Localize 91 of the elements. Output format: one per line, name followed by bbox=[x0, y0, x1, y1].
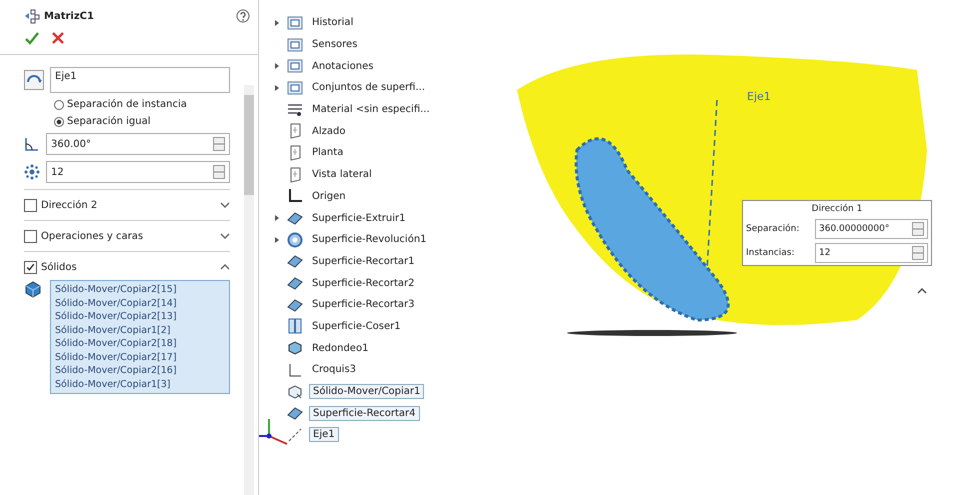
help-icon[interactable] bbox=[236, 9, 250, 23]
spinner-icon[interactable] bbox=[912, 246, 924, 260]
list-item[interactable]: Sólido-Mover/Copiar1[3] bbox=[55, 378, 225, 391]
collapse-caret-icon[interactable] bbox=[917, 288, 927, 294]
origin-icon bbox=[287, 188, 303, 204]
tree-item[interactable]: Vista lateral bbox=[309, 168, 375, 182]
tree-item[interactable]: Superficie-Recortar2 bbox=[309, 276, 418, 290]
tree-item[interactable]: Planta bbox=[309, 146, 346, 160]
tree-item[interactable]: Eje1 bbox=[309, 427, 339, 442]
tree-item[interactable]: Redondeo1 bbox=[309, 342, 372, 355]
tree-item[interactable]: Historial bbox=[309, 16, 356, 30]
tree-item[interactable]: Anotaciones bbox=[309, 60, 376, 73]
tree-item[interactable]: Material <sin especifi... bbox=[309, 103, 433, 116]
radio-label: Separación igual bbox=[67, 116, 150, 127]
tree-item[interactable]: Superficie-Extruir1 bbox=[309, 212, 408, 225]
tree-item[interactable]: Sólido-Mover/Copiar1 bbox=[309, 384, 424, 400]
expand-arrow-icon[interactable] bbox=[275, 84, 279, 91]
checkbox[interactable] bbox=[24, 260, 37, 274]
value-field[interactable]: 360.00000000° bbox=[815, 219, 928, 239]
list-item[interactable]: Sólido-Mover/Copiar2[13] bbox=[55, 310, 225, 324]
folder-icon bbox=[287, 80, 303, 96]
callout-label: Separación: bbox=[746, 224, 800, 234]
angle-field[interactable]: 360.00° bbox=[46, 133, 230, 155]
tree-item[interactable]: Superficie-Recortar3 bbox=[309, 298, 418, 312]
section-label: Dirección 2 bbox=[41, 200, 98, 210]
checkbox[interactable] bbox=[24, 198, 37, 212]
tree-item[interactable]: Superficie-Recortar1 bbox=[309, 254, 418, 268]
surface-icon bbox=[287, 253, 303, 270]
checkbox[interactable] bbox=[24, 230, 37, 242]
sketch-icon bbox=[287, 362, 303, 378]
list-item[interactable]: Sólido-Mover/Copiar2[14] bbox=[55, 296, 225, 310]
revolve-icon bbox=[287, 232, 303, 248]
scroll-thumb[interactable] bbox=[244, 95, 254, 195]
radio-button[interactable] bbox=[54, 100, 64, 110]
radio-button[interactable] bbox=[54, 116, 64, 126]
list-item[interactable]: Sólido-Mover/Copiar2[17] bbox=[55, 350, 225, 364]
list-item[interactable]: Sólido-Mover/Copiar1[2] bbox=[55, 324, 225, 337]
spinner-icon[interactable] bbox=[912, 222, 924, 236]
tree-item[interactable]: Superficie-Recortar4 bbox=[309, 406, 420, 421]
value-field[interactable]: 12 bbox=[815, 243, 928, 263]
knit-icon bbox=[287, 318, 303, 334]
instances-field[interactable]: 12 bbox=[46, 161, 230, 183]
chevron-icon[interactable] bbox=[220, 264, 230, 270]
fillet-icon bbox=[287, 340, 303, 356]
cancel-icon[interactable] bbox=[50, 30, 66, 46]
radio-option[interactable]: Separación de instancia bbox=[24, 99, 230, 110]
callout-title: Dirección 1 bbox=[810, 202, 864, 216]
rotation-icon[interactable] bbox=[24, 70, 44, 90]
solid-body-icon bbox=[24, 280, 42, 298]
chevron-icon[interactable] bbox=[220, 233, 230, 239]
tree-item[interactable]: Origen bbox=[309, 190, 349, 203]
list-item[interactable]: Sólido-Mover/Copiar2[16] bbox=[55, 364, 225, 378]
pattern-icon bbox=[24, 8, 40, 24]
chevron-icon[interactable] bbox=[220, 202, 230, 208]
folder-icon bbox=[287, 14, 303, 31]
tree-item[interactable]: Superficie-Coser1 bbox=[309, 320, 404, 333]
tree-item[interactable]: Croquis3 bbox=[309, 363, 360, 376]
instances-icon bbox=[24, 164, 40, 180]
surface-icon bbox=[287, 405, 303, 422]
section-label: Sólidos bbox=[41, 262, 78, 272]
ok-check-icon[interactable] bbox=[24, 30, 40, 46]
expand-arrow-icon[interactable] bbox=[275, 20, 279, 26]
angle-icon bbox=[24, 136, 40, 152]
expand-arrow-icon[interactable] bbox=[275, 63, 279, 70]
callout-label: Instancias: bbox=[746, 248, 796, 258]
tree-item[interactable]: Conjuntos de superfi... bbox=[309, 81, 428, 94]
tree-item[interactable]: Alzado bbox=[309, 124, 348, 138]
move-icon bbox=[287, 384, 303, 400]
axis-icon bbox=[287, 426, 303, 443]
spinner-icon[interactable] bbox=[213, 165, 225, 179]
expand-arrow-icon[interactable] bbox=[275, 215, 279, 222]
surface-icon bbox=[287, 275, 303, 292]
surface-icon bbox=[287, 296, 303, 313]
axis-label: Eje1 bbox=[747, 90, 771, 103]
surface-icon bbox=[287, 210, 303, 226]
section-label: Operaciones y caras bbox=[41, 230, 144, 242]
scrollbar[interactable] bbox=[244, 85, 254, 495]
list-item[interactable]: Sólido-Mover/Copiar2[18] bbox=[55, 337, 225, 350]
radio-label: Separación de instancia bbox=[67, 99, 187, 110]
panel-title: MatrizC1 bbox=[44, 10, 95, 22]
tree-item[interactable]: Sensores bbox=[309, 38, 360, 52]
radio-option[interactable]: Separación igual bbox=[24, 116, 230, 127]
spinner-icon[interactable] bbox=[213, 137, 225, 151]
expand-arrow-icon[interactable] bbox=[275, 236, 279, 243]
folder-icon bbox=[287, 58, 303, 74]
solid-bodies-list[interactable]: Sólido-Mover/Copiar2[15] Sólido-Mover/Copiar2[14] Sólido-Mover/Copiar2[13] Sólido-Mover/Copiar1[2] Sólido-Mover/Copiar2[18] Sólido-Mover/Copiar2[17] Sólido-Mover/Copiar2[16] Sólido-Mover/Copiar1[3] bbox=[50, 280, 230, 394]
axis-field[interactable]: Eje1 bbox=[50, 67, 230, 93]
folder-icon bbox=[287, 36, 303, 53]
list-item[interactable]: Sólido-Mover/Copiar2[15] bbox=[55, 283, 225, 296]
tree-item[interactable]: Superficie-Revolución1 bbox=[309, 233, 430, 246]
material-icon bbox=[287, 102, 303, 118]
